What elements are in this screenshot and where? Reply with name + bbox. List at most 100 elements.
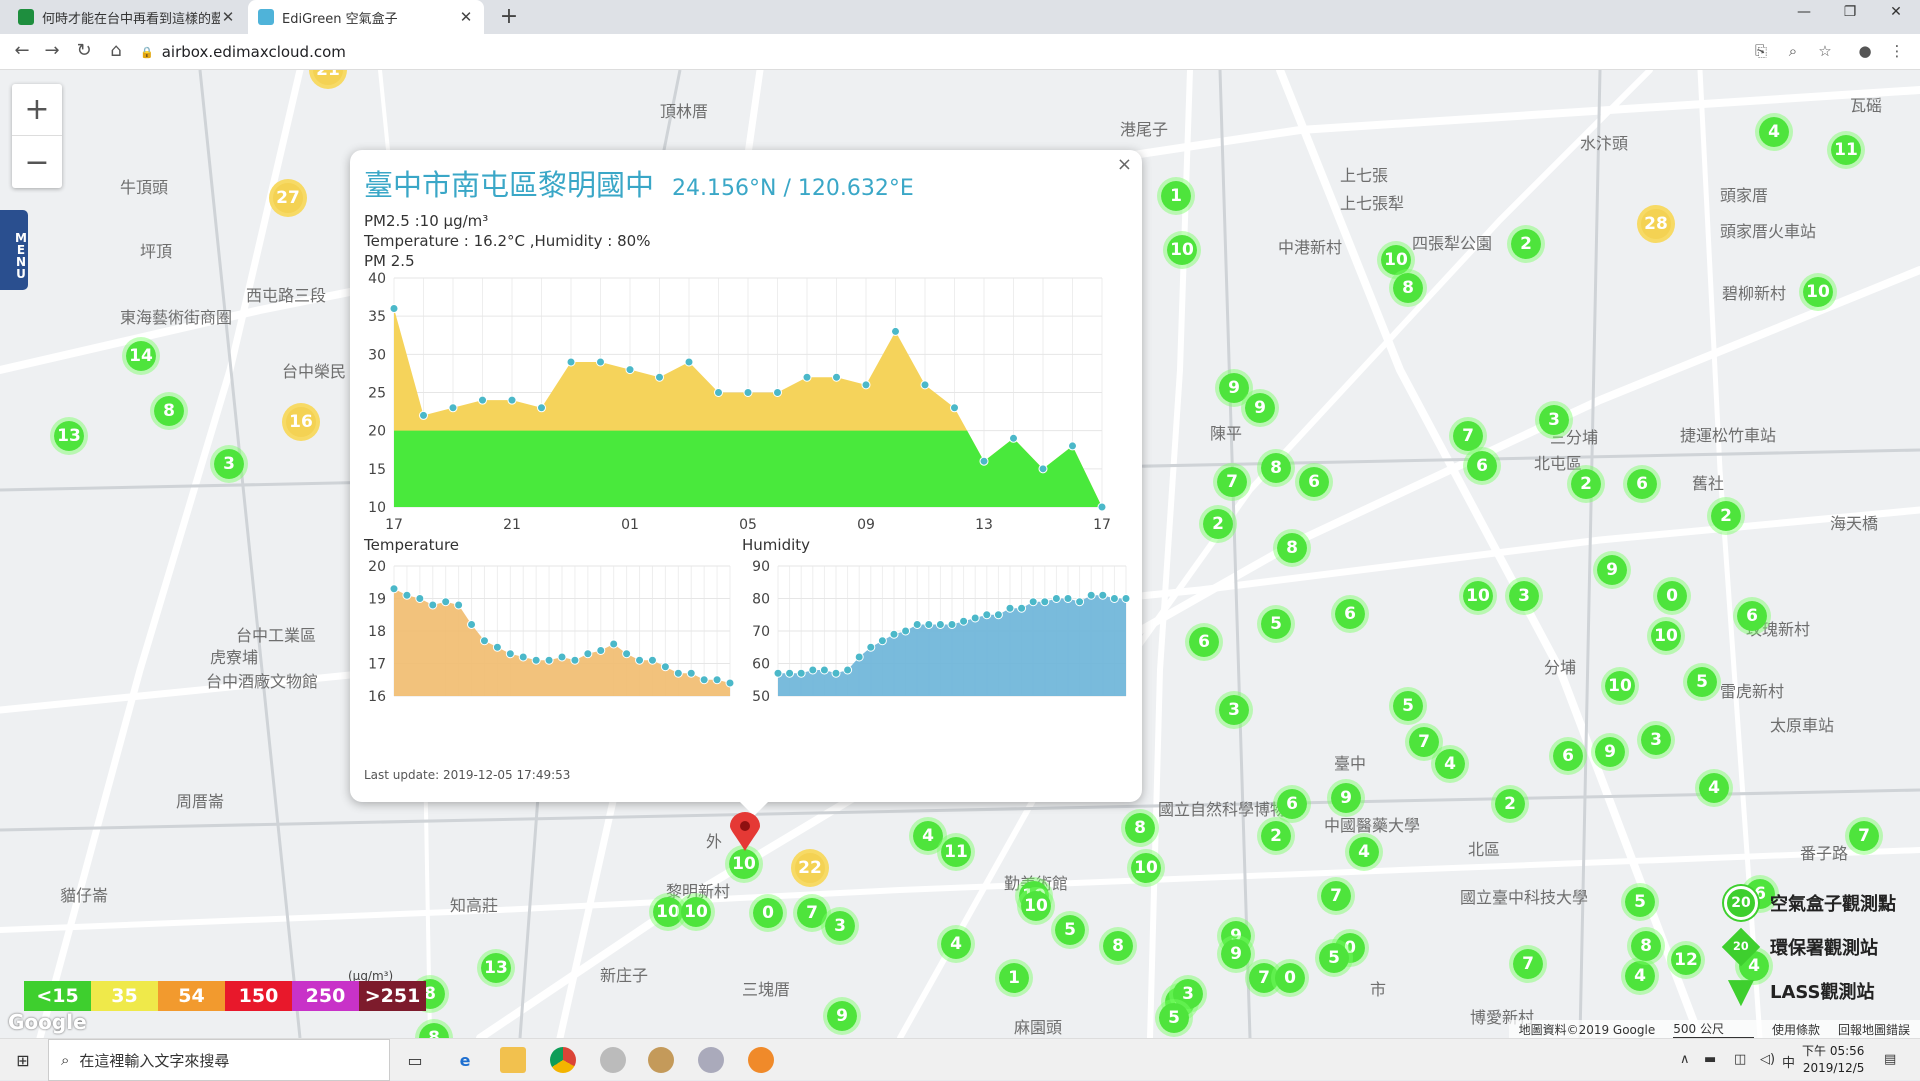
sensor-marker[interactable]: 7 bbox=[1845, 817, 1883, 855]
sensor-marker[interactable]: 8 bbox=[1627, 927, 1665, 965]
tab-active[interactable]: EdiGreen 空氣盒子 ✕ bbox=[248, 0, 484, 34]
sensor-marker[interactable]: 10 bbox=[1459, 577, 1497, 615]
bookmark-star-icon[interactable]: ☆ bbox=[1814, 42, 1836, 60]
map-canvas[interactable]: 頂林厝 港尾子 水汴頭 瓦磘 牛頂頭 坪頂 東海藝術街商圈 西屯路三段 上七張 上七張犁 中港新村 四… bbox=[0, 70, 1920, 1038]
location-pin-icon[interactable] bbox=[730, 812, 760, 852]
sensor-marker[interactable]: 4 bbox=[1695, 769, 1733, 807]
sensor-marker[interactable]: 4 bbox=[1755, 113, 1793, 151]
sensor-marker[interactable]: 13 bbox=[50, 417, 88, 455]
zoom-icon[interactable]: ⌕ bbox=[1782, 42, 1804, 60]
sensor-marker[interactable]: 11 bbox=[937, 833, 975, 871]
sensor-marker[interactable]: 3 bbox=[821, 907, 859, 945]
sensor-marker[interactable]: 10 bbox=[1601, 667, 1639, 705]
ime-indicator[interactable]: 中 bbox=[1782, 1052, 1795, 1071]
close-tab-icon[interactable]: ✕ bbox=[458, 8, 474, 26]
sensor-marker[interactable]: 0 bbox=[749, 894, 787, 932]
sensor-marker[interactable]: 5 bbox=[1389, 687, 1427, 725]
sensor-marker[interactable]: 6 bbox=[1623, 465, 1661, 503]
sensor-marker[interactable]: 8 bbox=[1389, 269, 1427, 307]
volume-icon[interactable]: ◁) bbox=[1760, 1052, 1775, 1067]
menu-button[interactable]: MENU bbox=[0, 210, 28, 290]
task-view-icon[interactable]: ▭ bbox=[402, 1047, 428, 1073]
sensor-marker[interactable]: 10 bbox=[1799, 273, 1837, 311]
translate-icon[interactable]: ⎘ bbox=[1750, 42, 1772, 60]
sensor-marker[interactable]: 14 bbox=[122, 337, 160, 375]
sensor-marker[interactable]: 10 bbox=[1017, 887, 1055, 925]
sensor-marker[interactable]: 5 bbox=[1621, 883, 1659, 921]
sensor-marker[interactable]: 7 bbox=[1317, 877, 1355, 915]
sensor-marker[interactable]: 1 bbox=[995, 959, 1033, 997]
sensor-marker[interactable]: 28 bbox=[1637, 205, 1675, 243]
sensor-marker[interactable]: 27 bbox=[269, 179, 307, 217]
restore-button[interactable]: ❐ bbox=[1830, 4, 1870, 20]
legend-epa[interactable]: 20 環保署觀測站 bbox=[1721, 927, 1878, 967]
sensor-marker[interactable]: 2 bbox=[1707, 497, 1745, 535]
chrome-icon[interactable] bbox=[550, 1047, 576, 1073]
file-explorer-icon[interactable] bbox=[500, 1047, 526, 1073]
sensor-marker[interactable]: 6 bbox=[1549, 737, 1587, 775]
app-icon-2[interactable] bbox=[648, 1047, 674, 1073]
sensor-marker[interactable]: 2 bbox=[1491, 785, 1529, 823]
minimize-button[interactable]: — bbox=[1784, 4, 1824, 20]
sensor-marker[interactable]: 3 bbox=[1215, 691, 1253, 729]
reload-icon[interactable]: ↻ bbox=[72, 40, 96, 61]
app-icon-1[interactable] bbox=[600, 1047, 626, 1073]
app-icon-3[interactable] bbox=[698, 1047, 724, 1073]
zoom-out-button[interactable]: − bbox=[12, 136, 62, 188]
sensor-marker[interactable]: 0 bbox=[1271, 959, 1309, 997]
sensor-marker[interactable]: 11 bbox=[1827, 131, 1865, 169]
sensor-marker[interactable]: 6 bbox=[1185, 623, 1223, 661]
lock-icon[interactable]: 🔒 bbox=[140, 46, 154, 59]
sensor-marker[interactable]: 3 bbox=[1505, 577, 1543, 615]
sensor-marker[interactable]: 6 bbox=[1733, 597, 1771, 635]
legend-airbox[interactable]: 20 空氣盒子觀測點 bbox=[1724, 886, 1896, 920]
sensor-marker[interactable]: 9 bbox=[1591, 733, 1629, 771]
sensor-marker[interactable]: 5 bbox=[1051, 911, 1089, 949]
sensor-marker[interactable]: 5 bbox=[1257, 605, 1295, 643]
more-menu-icon[interactable]: ⋮ bbox=[1886, 42, 1908, 60]
blender-icon[interactable] bbox=[748, 1047, 774, 1073]
sensor-marker[interactable]: 3 bbox=[1637, 721, 1675, 759]
sensor-marker[interactable]: 10 bbox=[1127, 849, 1165, 887]
google-logo[interactable]: Google bbox=[8, 1010, 87, 1034]
tray-chevron-icon[interactable]: ∧ bbox=[1680, 1052, 1690, 1067]
sensor-marker[interactable]: 2 bbox=[1507, 225, 1545, 263]
battery-icon[interactable]: ▬ bbox=[1704, 1052, 1716, 1067]
close-window-button[interactable]: ✕ bbox=[1876, 4, 1916, 20]
sensor-marker[interactable]: 10 bbox=[1647, 617, 1685, 655]
sensor-marker[interactable]: 8 bbox=[1273, 529, 1311, 567]
taskbar-search[interactable]: ⌕ 在這裡輸入文字來搜尋 bbox=[48, 1039, 390, 1081]
network-icon[interactable]: ◫ bbox=[1734, 1052, 1746, 1067]
sensor-marker[interactable]: 22 bbox=[791, 849, 829, 887]
close-tab-icon[interactable]: ✕ bbox=[220, 8, 236, 26]
sensor-marker[interactable]: 9 bbox=[823, 997, 861, 1035]
sensor-marker[interactable]: 6 bbox=[1331, 595, 1369, 633]
new-tab-button[interactable]: + bbox=[496, 4, 522, 29]
sensor-marker[interactable]: 10 bbox=[1163, 231, 1201, 269]
scale-bar[interactable]: 500 公尺 bbox=[1673, 1020, 1754, 1039]
sensor-marker[interactable]: 13 bbox=[477, 949, 515, 987]
windows-start-icon[interactable]: ⊞ bbox=[10, 1047, 36, 1073]
sensor-marker[interactable]: 16 bbox=[282, 403, 320, 441]
sensor-marker[interactable]: 8 bbox=[1257, 449, 1295, 487]
sensor-marker[interactable]: 0 bbox=[1653, 577, 1691, 615]
forward-icon[interactable]: → bbox=[40, 40, 64, 61]
sensor-marker[interactable]: 9 bbox=[1593, 551, 1631, 589]
report-error-link[interactable]: 回報地圖錯誤 bbox=[1838, 1021, 1910, 1038]
back-icon[interactable]: ← bbox=[10, 40, 34, 61]
sensor-marker[interactable]: 4 bbox=[1345, 833, 1383, 871]
sensor-marker[interactable]: 12 bbox=[1667, 941, 1705, 979]
zoom-in-button[interactable]: + bbox=[12, 84, 62, 136]
sensor-marker[interactable]: 3 bbox=[210, 445, 248, 483]
notification-icon[interactable]: ▤ bbox=[1884, 1052, 1896, 1067]
system-clock[interactable]: 下午 05:56 2019/12/5 bbox=[1802, 1043, 1864, 1077]
sensor-marker[interactable]: 5 bbox=[1683, 663, 1721, 701]
sensor-marker[interactable]: 3 bbox=[1535, 401, 1573, 439]
legend-lass[interactable]: ▼ LASS觀測站 bbox=[1724, 971, 1875, 1011]
sensor-marker[interactable]: 4 bbox=[937, 925, 975, 963]
sensor-marker[interactable]: 9 bbox=[1327, 779, 1365, 817]
sensor-marker[interactable]: 2 bbox=[1567, 465, 1605, 503]
sensor-marker[interactable]: 7 bbox=[1509, 945, 1547, 983]
sensor-marker[interactable]: 8 bbox=[150, 392, 188, 430]
sensor-marker[interactable]: 7 bbox=[1213, 463, 1251, 501]
